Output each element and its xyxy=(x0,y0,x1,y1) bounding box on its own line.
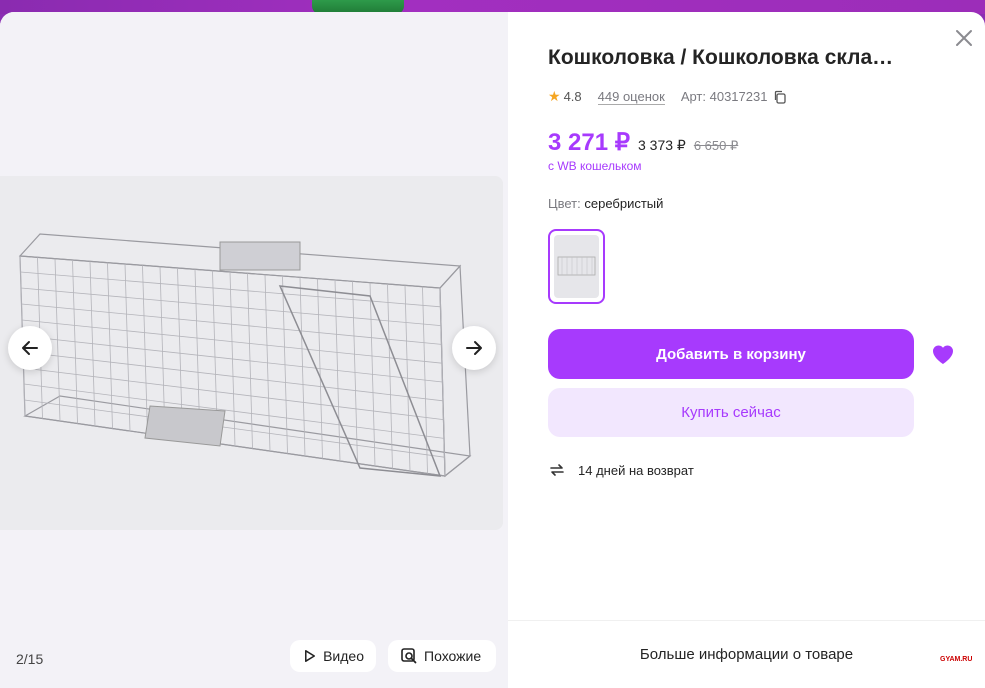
return-arrows-icon xyxy=(550,464,564,476)
product-quick-view-modal: 2/15 Видео Похожие Кошколовка / Кошколов… xyxy=(0,12,985,688)
image-search-icon xyxy=(401,648,417,664)
color-swatch-selected[interactable] xyxy=(548,229,605,304)
arrow-left-icon xyxy=(22,341,38,355)
video-button[interactable]: Видео xyxy=(290,640,376,672)
play-icon xyxy=(305,650,316,662)
article-number: Арт: 40317231 xyxy=(680,89,768,104)
return-text: 14 дней на возврат xyxy=(578,462,694,478)
image-counter: 2/15 xyxy=(16,651,44,667)
price-without-wallet: 3 373 ₽ xyxy=(638,137,686,153)
star-icon: ★ xyxy=(548,88,561,104)
copy-icon[interactable] xyxy=(773,90,787,104)
return-policy: 14 дней на возврат xyxy=(548,461,694,479)
similar-button[interactable]: Похожие xyxy=(388,640,496,672)
more-info-button[interactable]: Больше информации о товаре xyxy=(508,620,985,688)
video-label: Видео xyxy=(323,648,364,664)
image-gallery: 2/15 Видео Похожие xyxy=(0,12,508,688)
color-value: серебристый xyxy=(584,196,664,211)
product-photo[interactable] xyxy=(0,176,503,530)
similar-label: Похожие xyxy=(424,648,482,664)
next-image-button[interactable] xyxy=(452,326,496,370)
wallet-note: с WB кошельком xyxy=(548,159,642,173)
watermark: GYAM.RU xyxy=(940,656,973,663)
price-old: 6 650 ₽ xyxy=(693,138,739,153)
close-icon[interactable] xyxy=(952,26,976,50)
product-title[interactable]: Кошколовка / Кошколовка скла… xyxy=(548,46,943,70)
price-block: 3 271 ₽ 3 373 ₽ 6 650 ₽ xyxy=(548,128,738,157)
product-meta: ★ 4.8 449 оценок Арт: 40317231 xyxy=(548,88,787,105)
color-label-text: Цвет: xyxy=(548,196,581,211)
color-swatch-thumbnail xyxy=(554,235,599,298)
arrow-right-icon xyxy=(466,341,482,355)
heart-icon[interactable] xyxy=(930,342,956,366)
reviews-link[interactable]: 449 оценок xyxy=(597,89,665,105)
price-current: 3 271 ₽ xyxy=(548,129,630,156)
previous-image-button[interactable] xyxy=(8,326,52,370)
color-label: Цвет: серебристый xyxy=(548,196,663,211)
buy-now-button[interactable]: Купить сейчас xyxy=(548,388,914,437)
add-to-cart-button[interactable]: Добавить в корзину xyxy=(548,329,914,379)
product-rating: 4.8 xyxy=(563,89,582,104)
